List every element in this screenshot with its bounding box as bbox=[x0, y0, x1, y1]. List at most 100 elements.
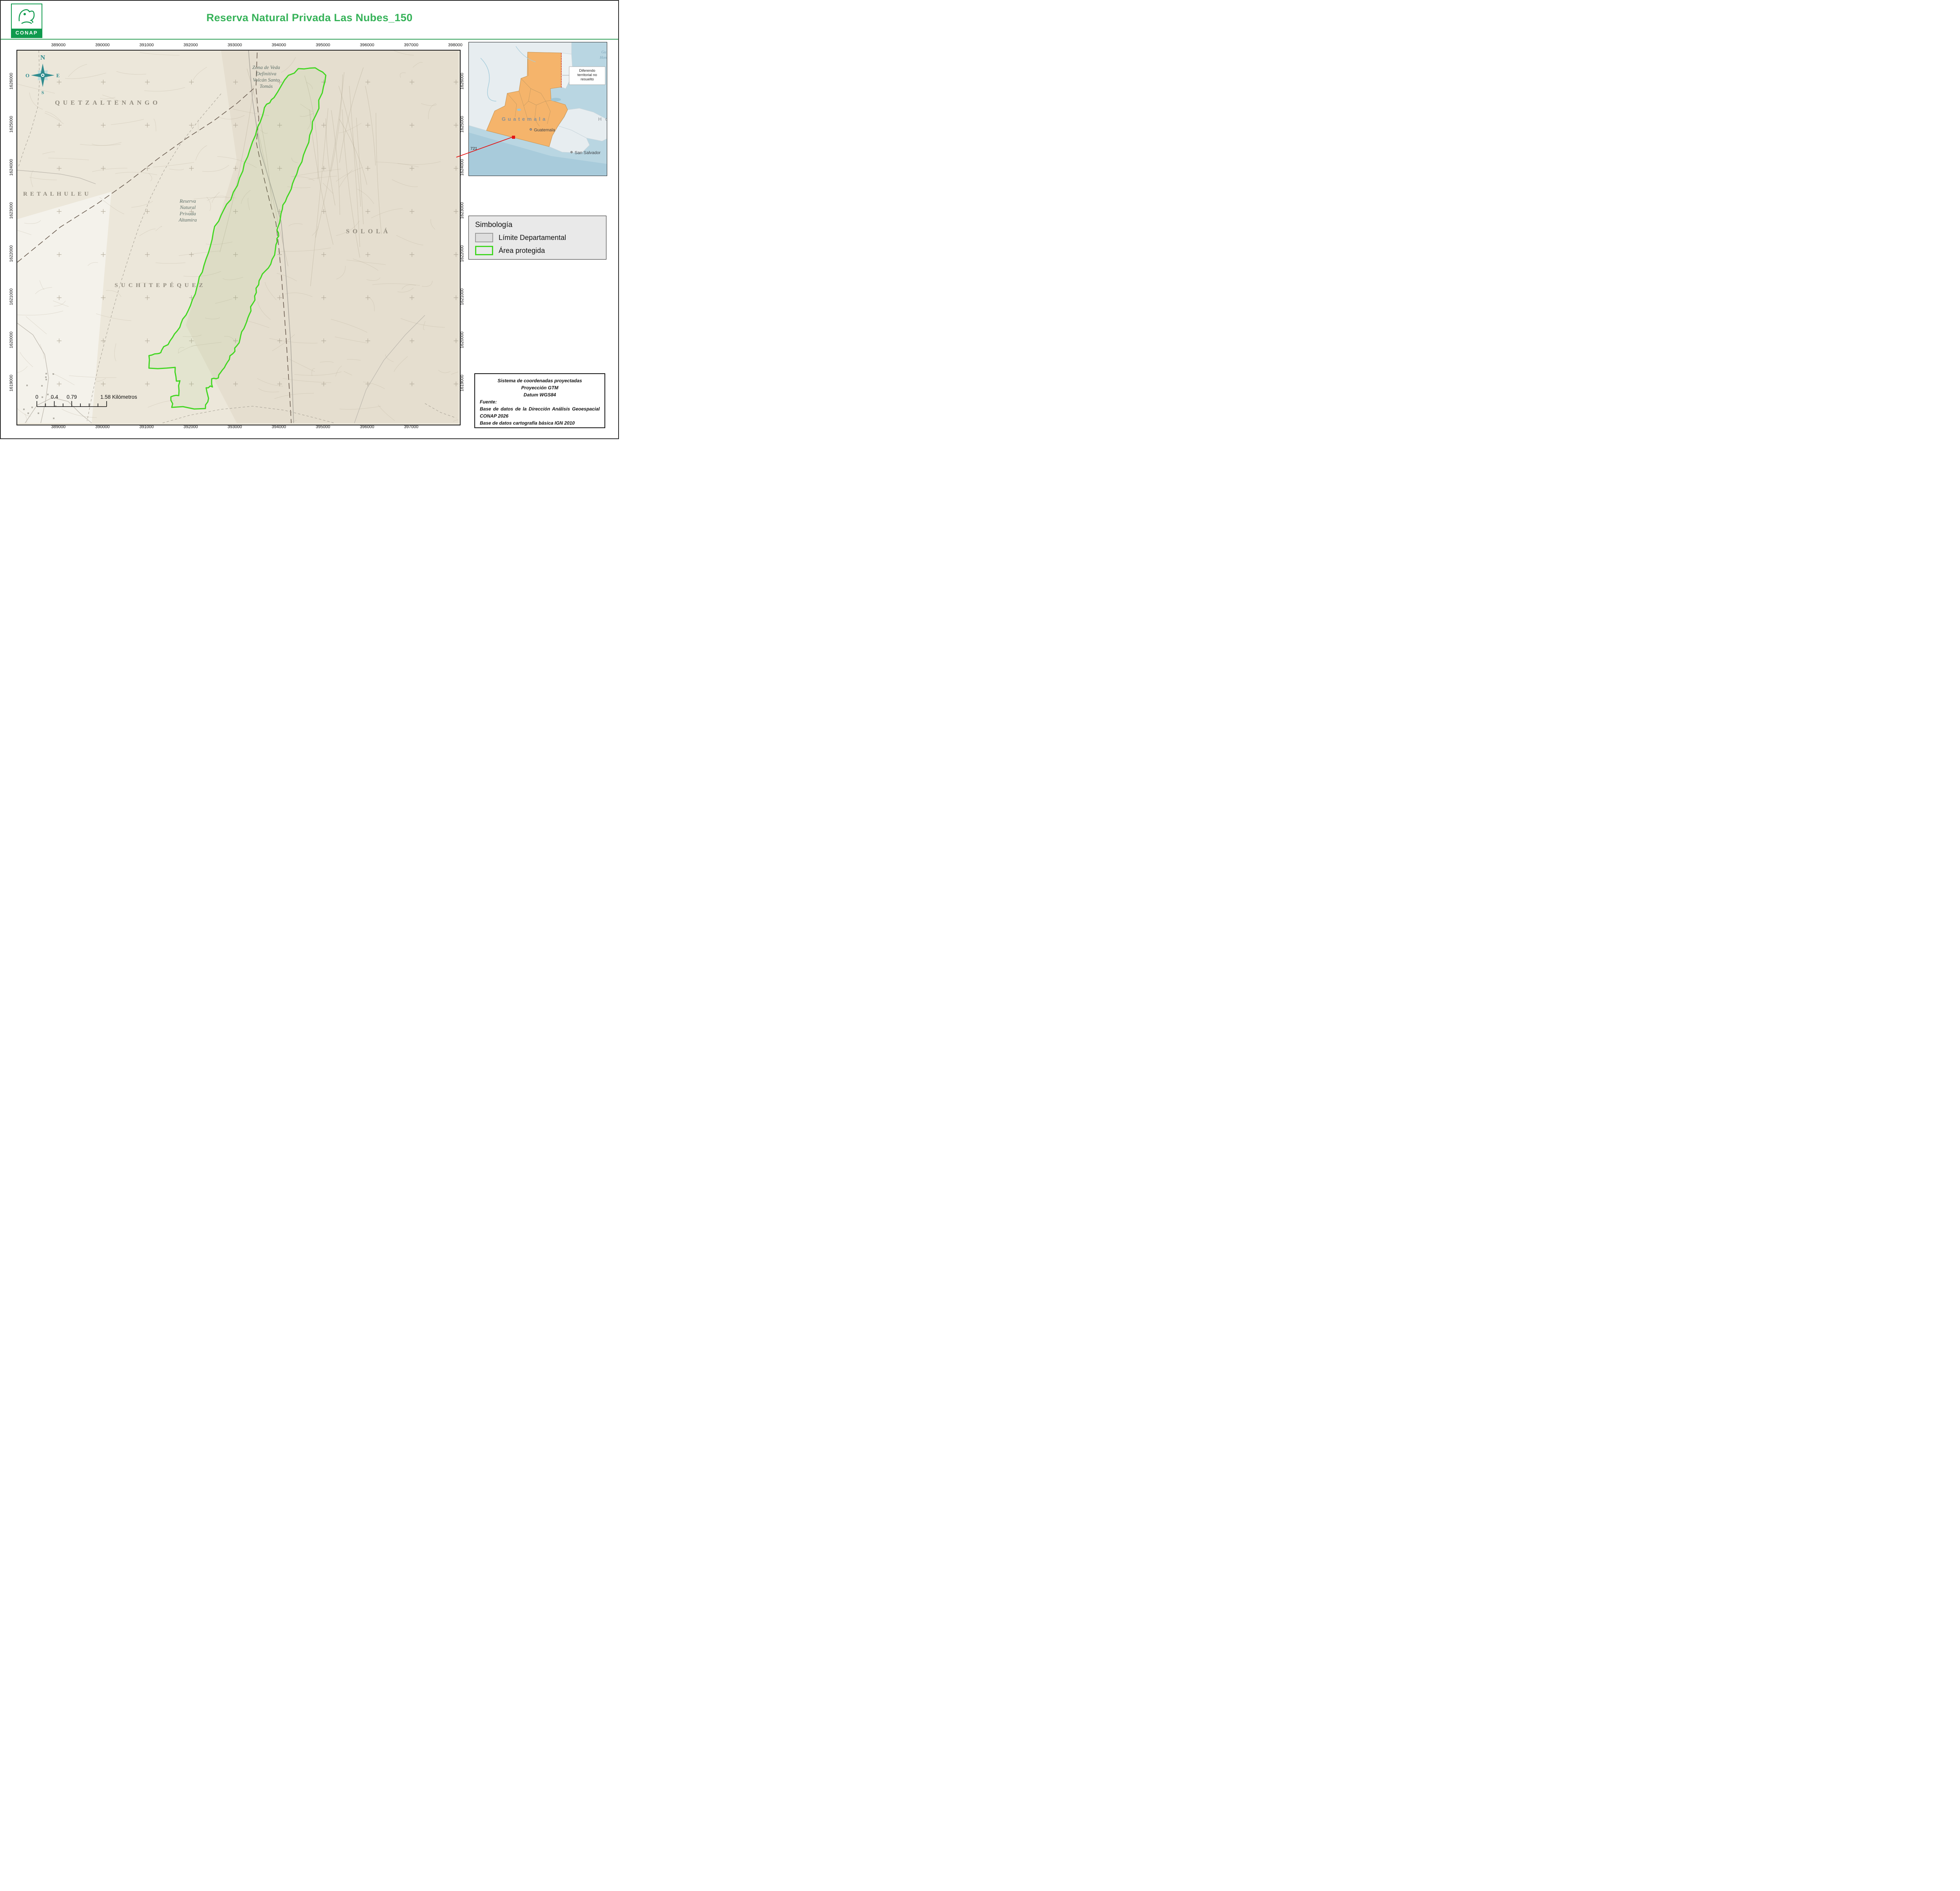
map-canvas: QUETZALTENANGO RETALHULEU SOLOLÁ SUCHITEPÉQ… bbox=[16, 50, 461, 425]
x-tick-bottom: 389000 bbox=[47, 424, 69, 430]
source-heading: Fuente: bbox=[480, 398, 600, 405]
scale-label-3: 1.58 Kilómetros bbox=[100, 394, 137, 400]
y-tick-left: 1626000 bbox=[9, 69, 14, 93]
compass-west-label: O bbox=[25, 73, 29, 78]
page-title: Reserva Natural Privada Las Nubes_150 bbox=[71, 12, 548, 24]
guatemala-city-label: Guatemala bbox=[534, 128, 555, 133]
compass-north-label: N bbox=[40, 54, 45, 61]
legend-item-protected-area: Área protegida bbox=[475, 246, 600, 255]
gulf-label-1: Gu bbox=[601, 50, 606, 54]
y-tick-right: 1623000 bbox=[459, 199, 465, 222]
settlement-mark bbox=[53, 418, 54, 419]
conap-emblem-icon bbox=[16, 5, 37, 26]
region-label: SUCHITEPÉQUEZ bbox=[114, 282, 206, 289]
legend: Simbología Límite Departamental Área pro… bbox=[468, 216, 606, 260]
settlement-mark bbox=[45, 376, 47, 378]
protected-area-swatch bbox=[475, 246, 493, 255]
x-tick-bottom: 390000 bbox=[91, 424, 113, 430]
road-number-label: 721 bbox=[470, 146, 477, 151]
conap-logo: CONAP bbox=[11, 4, 42, 38]
x-tick-top: 391000 bbox=[136, 42, 158, 48]
x-tick-top: 389000 bbox=[47, 42, 69, 48]
x-tick-bottom: 395000 bbox=[312, 424, 334, 430]
annotation-reserva-altamira: ReservaNaturalPrivadaAltamira bbox=[178, 198, 197, 223]
region-label: RETALHULEU bbox=[23, 191, 91, 197]
settlement-mark bbox=[45, 379, 47, 380]
legend-title: Simbología bbox=[475, 221, 600, 229]
reserve-location-marker bbox=[512, 136, 515, 139]
san-salvador-dot bbox=[571, 151, 573, 153]
x-tick-bottom: 397000 bbox=[400, 424, 422, 430]
compass-south-label: S bbox=[42, 90, 44, 95]
gulf-label-2: Hond bbox=[599, 56, 607, 60]
settlement-mark bbox=[45, 373, 47, 374]
source-line-1: Base de datos de la Dirección Análisis G… bbox=[480, 405, 600, 420]
territorial-note-line2: territorial no bbox=[577, 73, 597, 77]
scale-bar: 0 0.4 0.79 1.58 Kilómetros bbox=[33, 393, 162, 411]
region-label: SOLOLÁ bbox=[346, 227, 391, 235]
settlement-mark bbox=[27, 412, 29, 414]
x-tick-top: 395000 bbox=[312, 42, 334, 48]
locator-inset-map: Diferendo territorial no resuelto G u a … bbox=[468, 42, 607, 176]
map-frame: QUETZALTENANGO RETALHULEU SOLOLÁ SUCHITEPÉQ… bbox=[7, 41, 467, 431]
scale-label-2: 0.79 bbox=[67, 394, 77, 400]
source-line-2: Base de datos cartografía básica IGN 201… bbox=[480, 420, 600, 427]
settlement-mark bbox=[26, 385, 28, 386]
compass-east-label: E bbox=[56, 73, 60, 78]
coordinate-system-line: Sistema de coordenadas proyectadas bbox=[480, 377, 600, 384]
x-tick-bottom: 393000 bbox=[224, 424, 246, 430]
settlement-mark bbox=[53, 373, 54, 375]
region-label: QUETZALTENANGO bbox=[55, 100, 161, 106]
x-tick-bottom: 396000 bbox=[356, 424, 378, 430]
compass-hub-dot bbox=[42, 74, 44, 76]
san-salvador-label: San Salvador bbox=[575, 151, 601, 155]
guatemala-city-dot bbox=[530, 128, 532, 130]
y-tick-right: 1622000 bbox=[459, 242, 465, 265]
x-tick-top: 394000 bbox=[268, 42, 290, 48]
y-tick-left: 1619000 bbox=[9, 371, 14, 395]
main-map: QUETZALTENANGO RETALHULEU SOLOLÁ SUCHITEPÉQ… bbox=[17, 51, 458, 423]
datum-line: Datum WGS84 bbox=[480, 391, 600, 398]
scale-label-1: 0.4 bbox=[51, 394, 58, 400]
inset-lake-izabal bbox=[551, 98, 561, 102]
territorial-note-line1: Diferendo bbox=[579, 69, 595, 73]
y-tick-right: 1619000 bbox=[459, 371, 465, 395]
legend-item-label: Área protegida bbox=[499, 247, 545, 255]
honduras-label: H o n d u r a s bbox=[598, 116, 607, 122]
y-tick-right: 1624000 bbox=[459, 156, 465, 179]
y-tick-right: 1620000 bbox=[459, 328, 465, 352]
x-tick-top: 398000 bbox=[444, 42, 466, 48]
map-metadata-box: Sistema de coordenadas proyectadas Proye… bbox=[474, 373, 605, 428]
x-tick-top: 396000 bbox=[356, 42, 378, 48]
y-tick-left: 1622000 bbox=[9, 242, 14, 265]
x-tick-bottom: 391000 bbox=[136, 424, 158, 430]
legend-item-departmental-limit: Límite Departamental bbox=[475, 233, 600, 242]
y-tick-left: 1623000 bbox=[9, 199, 14, 222]
x-tick-top: 390000 bbox=[91, 42, 113, 48]
settlement-mark bbox=[23, 409, 25, 410]
y-tick-left: 1625000 bbox=[9, 113, 14, 136]
x-tick-top: 393000 bbox=[224, 42, 246, 48]
y-tick-left: 1620000 bbox=[9, 328, 14, 352]
y-tick-right: 1625000 bbox=[459, 113, 465, 136]
map-document: CONAP Reserva Natural Privada Las Nubes_… bbox=[0, 0, 619, 439]
x-tick-top: 397000 bbox=[400, 42, 422, 48]
departmental-limit-swatch bbox=[475, 233, 493, 242]
settlement-mark bbox=[38, 412, 39, 414]
x-tick-bottom: 394000 bbox=[268, 424, 290, 430]
y-tick-right: 1621000 bbox=[459, 285, 465, 309]
inset-lake-atitlan bbox=[517, 109, 521, 111]
territorial-note-line3: resuelto bbox=[581, 77, 594, 82]
header: CONAP Reserva Natural Privada Las Nubes_… bbox=[1, 1, 618, 40]
conap-logo-text: CONAP bbox=[12, 29, 42, 37]
y-tick-left: 1621000 bbox=[9, 285, 14, 309]
projection-line: Proyección GTM bbox=[480, 384, 600, 391]
scale-label-0: 0 bbox=[35, 394, 38, 400]
y-tick-right: 1626000 bbox=[459, 69, 465, 93]
settlement-mark bbox=[41, 385, 43, 387]
compass-rose: N O E S bbox=[23, 53, 62, 96]
legend-item-label: Límite Departamental bbox=[499, 234, 566, 242]
scale-bar-ruler bbox=[37, 401, 107, 407]
x-tick-bottom: 392000 bbox=[180, 424, 201, 430]
y-tick-left: 1624000 bbox=[9, 156, 14, 179]
